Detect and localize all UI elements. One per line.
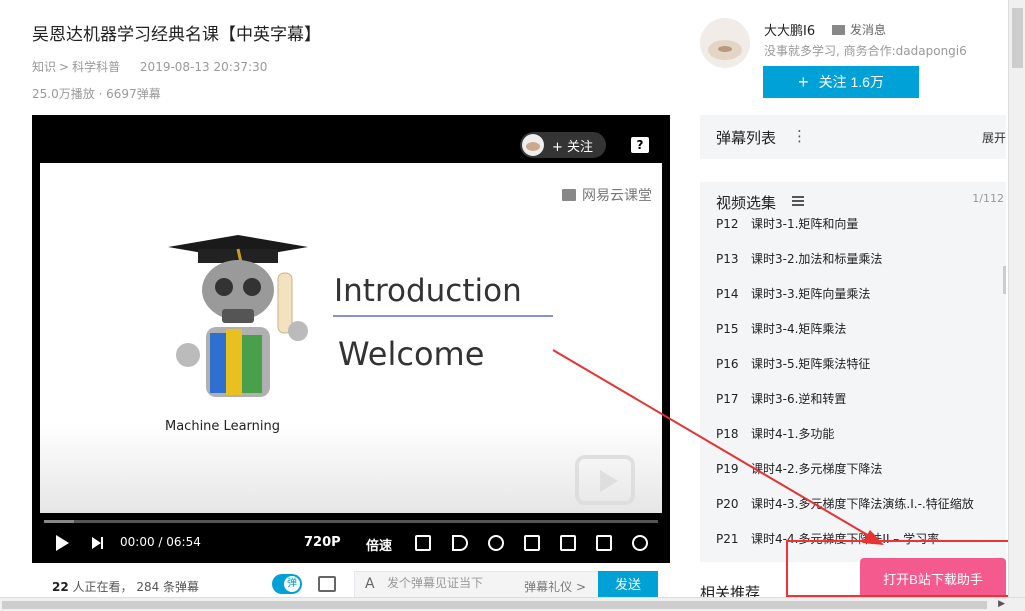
episode-item[interactable]: P13 课时3-2.加法和标量乘法: [716, 250, 882, 270]
player-follow-button[interactable]: + 关注: [520, 132, 606, 158]
page-vertical-scrollbar[interactable]: [1008, 0, 1025, 597]
tv-play-watermark-icon: [575, 455, 635, 505]
robot-graduate-image: [168, 235, 308, 397]
danmaku-input[interactable]: [387, 576, 507, 590]
expand-button[interactable]: 展开: [982, 129, 1006, 146]
slide-subheading: Welcome: [338, 335, 485, 373]
play-icon[interactable]: [56, 535, 69, 551]
player-follow-label: + 关注: [552, 139, 594, 155]
help-icon[interactable]: ?: [631, 137, 649, 153]
fullscreen-icon[interactable]: [632, 535, 648, 551]
episode-item[interactable]: P16 课时3-5.矩阵乘法特征: [716, 355, 870, 375]
episode-scrollbar[interactable]: [1003, 266, 1006, 294]
v-scroll-thumb[interactable]: [1012, 8, 1023, 68]
episode-item[interactable]: P20 课时4-3.多元梯度下降法演练.I.-.特征缩放: [716, 495, 974, 515]
send-message-link[interactable]: 发消息: [832, 21, 886, 38]
danmaku-input-box: A 弹幕礼仪 >: [354, 571, 598, 599]
episode-item[interactable]: P21 课时4-4.多元梯度下降法II – 学习率: [716, 530, 939, 550]
episode-item[interactable]: P12 课时3-1.矩阵和向量: [716, 215, 858, 235]
episode-count: 1/112: [972, 192, 1004, 205]
follow-button[interactable]: + 关注 1.6万: [763, 66, 919, 98]
slide-caption: Machine Learning: [165, 419, 280, 434]
uploader-description: 没事就多学习, 商务合作:dadapongi6: [764, 44, 967, 58]
scroll-right-icon[interactable]: ▶: [998, 599, 1005, 609]
picture-in-picture-icon[interactable]: [524, 535, 540, 551]
danmaku-off-icon[interactable]: [415, 535, 431, 551]
video-title: 吴恩达机器学习经典名课【中英字幕】: [32, 25, 321, 45]
progress-bar[interactable]: [44, 520, 658, 523]
volume-icon[interactable]: [452, 535, 468, 551]
subcategory-link[interactable]: 科学科普: [72, 60, 120, 74]
follow-label: 关注 1.6万: [818, 74, 884, 90]
publish-date: 2019-08-13 20:37:30: [139, 60, 268, 74]
video-meta: 知识 > 科学科普 2019-08-13 20:37:30: [32, 58, 267, 75]
settings-gear-icon[interactable]: [488, 535, 504, 551]
danmaku-toggle[interactable]: 弹: [272, 574, 302, 594]
episode-list-title: 视频选集: [716, 194, 777, 212]
danmaku-settings-icon[interactable]: [318, 576, 336, 592]
slide-fade: [40, 423, 662, 513]
danmaku-etiquette-link[interactable]: 弹幕礼仪 >: [524, 578, 586, 595]
episode-item[interactable]: P17 课时3-6.逆和转置: [716, 390, 846, 410]
watermark-text: 网易云课堂: [582, 188, 652, 204]
progress-buffered: [44, 520, 74, 523]
breadcrumb-sep: >: [59, 60, 70, 74]
slide-divider: [333, 315, 553, 317]
send-danmaku-button[interactable]: 发送: [598, 571, 658, 599]
send-message-label: 发消息: [850, 23, 887, 37]
episode-list: 视频选集 1/112 P12 课时3-1.矩阵和向量 P13 课时3-2.加法和标量…: [700, 182, 1006, 562]
episode-item[interactable]: P14 课时3-3.矩阵向量乘法: [716, 285, 870, 305]
web-fullscreen-icon[interactable]: [596, 535, 612, 551]
video-stats: 25.0万播放 · 6697弹幕: [32, 87, 161, 101]
envelope-icon: [832, 24, 845, 35]
danmaku-list-title: 弹幕列表: [716, 129, 777, 147]
uploader-avatar[interactable]: [700, 18, 750, 68]
time-display: 00:00 / 06:54: [120, 535, 201, 549]
watching-text: 人正在看， 284 条弹幕: [68, 580, 200, 594]
episode-item[interactable]: P15 课时3-4.矩阵乘法: [716, 320, 846, 340]
episode-item[interactable]: P19 课时4-2.多元梯度下降法: [716, 460, 882, 480]
uploader-name[interactable]: 大大鹏I6: [764, 20, 815, 39]
player-controls: 00:00 / 06:54 720P 倍速: [32, 528, 670, 558]
slide-heading: Introduction: [334, 273, 522, 309]
h-scroll-thumb[interactable]: [2, 601, 987, 609]
font-style-icon[interactable]: A: [365, 576, 375, 592]
danmaku-toggle-label: 弹: [284, 576, 300, 592]
page: 吴恩达机器学习经典名课【中英字幕】 知识 > 科学科普 2019-08-13 20:…: [0, 0, 1025, 611]
danmaku-list-panel[interactable]: 弹幕列表 ⋮ 展开: [700, 115, 1006, 159]
list-view-icon[interactable]: [792, 196, 804, 206]
quality-button[interactable]: 720P: [304, 535, 341, 550]
category-link[interactable]: 知识: [32, 60, 56, 74]
download-helper-button[interactable]: 打开B站下载助手: [860, 558, 1006, 598]
video-frame[interactable]: 网易云课堂 Introduction Welcome Machine Learn…: [40, 163, 662, 513]
next-icon[interactable]: [92, 537, 103, 549]
watermark: 网易云课堂: [562, 185, 652, 205]
speed-button[interactable]: 倍速: [366, 535, 392, 554]
watching-count: 22: [52, 580, 69, 594]
watching-info: 22 人正在看， 284 条弹幕: [52, 578, 199, 595]
more-options-icon[interactable]: ⋮: [792, 127, 807, 145]
widescreen-icon[interactable]: [560, 535, 576, 551]
plus-icon: +: [798, 71, 809, 92]
player-avatar: [522, 134, 544, 156]
episode-item[interactable]: P18 课时4-1.多功能: [716, 425, 834, 445]
book-icon: [562, 189, 576, 201]
page-horizontal-scrollbar[interactable]: ▶: [0, 597, 1025, 611]
